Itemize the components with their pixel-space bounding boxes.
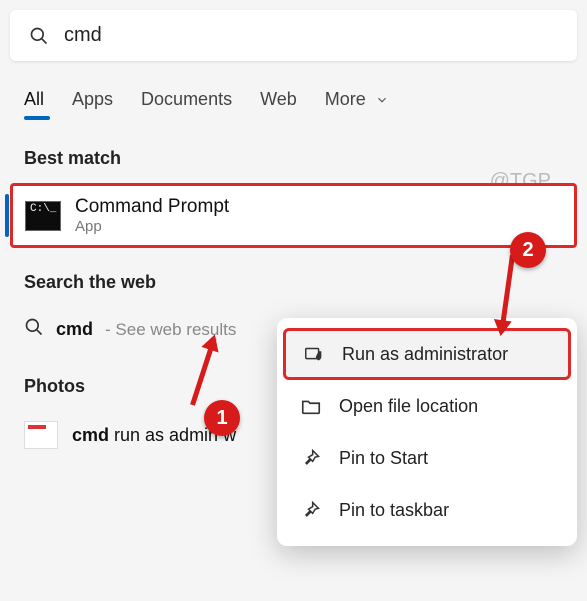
tab-more-label: More <box>325 89 366 109</box>
folder-icon <box>299 394 323 418</box>
tab-apps[interactable]: Apps <box>72 89 113 116</box>
menu-item-label: Open file location <box>339 396 478 417</box>
web-result-query: cmd <box>56 319 93 340</box>
menu-item-label: Run as administrator <box>342 344 508 365</box>
context-menu: Run as administrator Open file location … <box>277 318 577 546</box>
search-input[interactable] <box>64 24 559 47</box>
best-match-subtitle: App <box>75 218 229 235</box>
command-prompt-icon: C:\_ <box>25 201 61 231</box>
menu-pin-to-taskbar[interactable]: Pin to taskbar <box>277 484 577 536</box>
best-match-result[interactable]: C:\_ Command Prompt App <box>10 183 577 248</box>
photo-thumbnail-icon <box>24 421 58 449</box>
best-match-text: Command Prompt App <box>75 196 229 235</box>
photo-result-bold: cmd <box>72 425 109 445</box>
admin-shield-icon <box>302 342 326 366</box>
section-search-web-label: Search the web <box>0 248 587 307</box>
search-icon <box>28 25 50 47</box>
annotation-badge-2: 2 <box>510 232 546 268</box>
menu-pin-to-start[interactable]: Pin to Start <box>277 432 577 484</box>
menu-run-as-administrator[interactable]: Run as administrator <box>283 328 571 380</box>
search-icon <box>24 317 44 342</box>
tab-web[interactable]: Web <box>260 89 297 116</box>
menu-item-label: Pin to taskbar <box>339 500 449 521</box>
search-bar <box>10 10 577 61</box>
filter-tabs: All Apps Documents Web More <box>0 61 587 124</box>
menu-item-label: Pin to Start <box>339 448 428 469</box>
menu-open-file-location[interactable]: Open file location <box>277 380 577 432</box>
annotation-badge-1: 1 <box>204 400 240 436</box>
pin-icon <box>299 498 323 522</box>
pin-icon <box>299 446 323 470</box>
tab-more[interactable]: More <box>325 89 389 116</box>
tab-documents[interactable]: Documents <box>141 89 232 116</box>
best-match-title: Command Prompt <box>75 196 229 218</box>
tab-all[interactable]: All <box>24 89 44 116</box>
chevron-down-icon <box>375 93 389 107</box>
